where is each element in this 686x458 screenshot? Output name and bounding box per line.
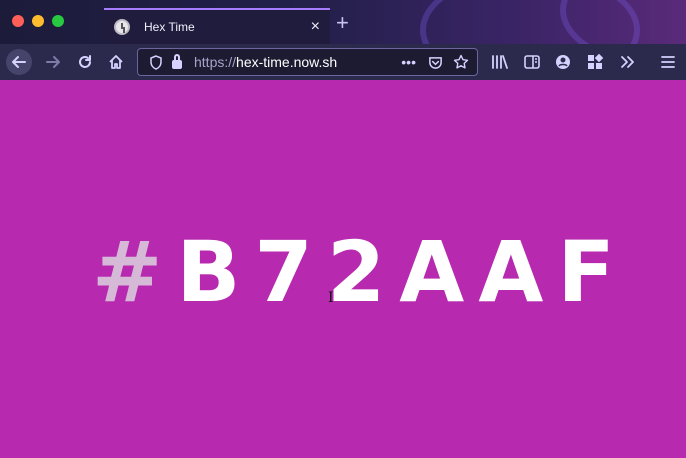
window-maximize-button[interactable] (52, 15, 64, 27)
hex-color-display: #B72AAF (92, 230, 629, 314)
new-tab-button[interactable]: + (336, 12, 349, 34)
page-actions-menu-icon[interactable]: ••• (401, 54, 416, 70)
tab-close-icon[interactable]: × (311, 19, 320, 35)
url-scheme: https:// (194, 54, 237, 70)
url-bar[interactable]: https://hex-time.now.sh ••• (137, 48, 478, 76)
navigation-toolbar: https://hex-time.now.sh ••• (0, 44, 686, 80)
window-minimize-button[interactable] (32, 15, 44, 27)
window-close-button[interactable] (12, 15, 24, 27)
reload-button[interactable] (72, 49, 98, 75)
text-cursor-icon: I (328, 290, 334, 306)
sidebar-icon[interactable] (522, 53, 542, 71)
url-text[interactable]: https://hex-time.now.sh (194, 54, 391, 70)
forward-button[interactable] (40, 49, 66, 75)
overflow-chevron-icon[interactable] (618, 53, 638, 71)
clock-icon (114, 19, 130, 35)
account-icon[interactable] (553, 53, 573, 71)
back-button[interactable] (6, 49, 32, 75)
title-bar: Hex Time × + (0, 0, 686, 44)
extensions-icon[interactable] (585, 53, 605, 71)
background-swirl (560, 0, 686, 44)
page-content: #B72AAF I (0, 80, 686, 458)
shield-icon[interactable] (146, 54, 166, 70)
home-button[interactable] (103, 49, 129, 75)
arrow-left-icon (12, 56, 26, 68)
url-host: hex-time.now.sh (236, 54, 338, 70)
reload-icon (79, 55, 91, 68)
hex-color-value: B72AAF (176, 223, 629, 321)
pocket-icon[interactable] (428, 55, 443, 70)
tab-hex-time[interactable]: Hex Time × (104, 8, 330, 44)
library-icon[interactable] (490, 53, 510, 71)
arrow-right-icon (46, 56, 60, 68)
tab-title: Hex Time (144, 20, 195, 34)
star-icon[interactable] (453, 54, 469, 70)
hamburger-menu-icon[interactable] (658, 53, 678, 71)
home-icon (109, 55, 123, 69)
hex-hash-symbol: # (92, 223, 177, 321)
lock-icon[interactable] (172, 53, 182, 69)
